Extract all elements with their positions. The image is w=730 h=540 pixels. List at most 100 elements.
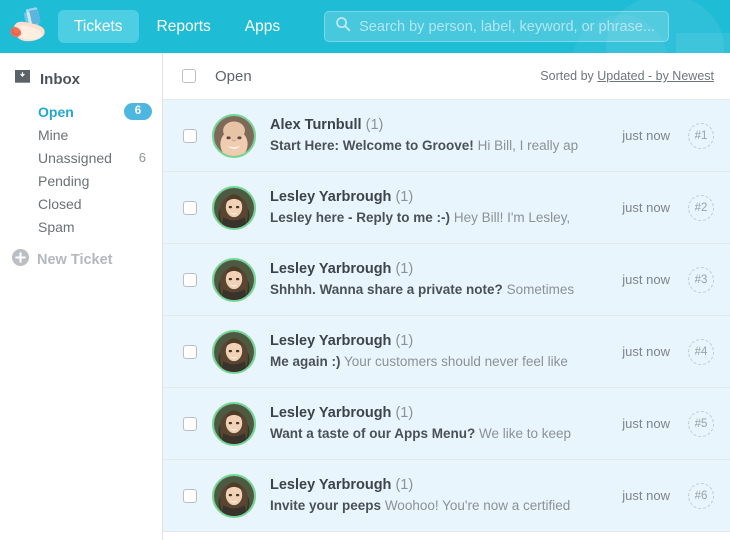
sidebar-item-label: Closed bbox=[38, 195, 82, 212]
sidebar-inbox-header[interactable]: Inbox bbox=[0, 67, 162, 91]
avatar bbox=[212, 473, 256, 518]
subject: Want a taste of our Apps Menu? bbox=[270, 425, 476, 441]
nav-item-tickets[interactable]: Tickets bbox=[58, 9, 139, 44]
sender-name: Lesley Yarbrough bbox=[270, 188, 392, 205]
inbox-icon bbox=[14, 69, 31, 89]
app-header: Tickets Reports Apps bbox=[0, 0, 730, 53]
preview: Your customers should never feel like bbox=[344, 353, 568, 369]
avatar bbox=[212, 257, 256, 302]
main-nav: Tickets Reports Apps bbox=[58, 9, 296, 44]
row-sender-line: Lesley Yarbrough (1) bbox=[270, 333, 413, 349]
row-sender-line: Alex Turnbull (1) bbox=[270, 117, 383, 133]
avatar bbox=[212, 401, 256, 446]
row-meta: just now #5 bbox=[622, 410, 714, 437]
timestamp: just now bbox=[622, 488, 670, 503]
subject: Lesley here - Reply to me :-) bbox=[270, 209, 451, 225]
message-count: (1) bbox=[395, 404, 414, 421]
message-count: (1) bbox=[395, 260, 414, 277]
table-row[interactable]: Lesley Yarbrough (1) Me again :) Your cu… bbox=[163, 316, 730, 388]
nav-item-reports[interactable]: Reports bbox=[141, 10, 227, 43]
sidebar-inbox-label: Inbox bbox=[40, 70, 80, 88]
ticket-number-badge: #6 bbox=[688, 482, 714, 509]
row-subject-line: Invite your peeps Woohoo! You're now a c… bbox=[270, 498, 570, 513]
preview: Hey Bill! I'm Lesley, bbox=[453, 209, 571, 225]
ticket-list-header: Open Sorted by Updated - by Newest bbox=[163, 53, 730, 100]
row-checkbox[interactable] bbox=[183, 272, 197, 287]
ticket-number-badge: #5 bbox=[688, 410, 714, 437]
row-subject-line: Me again :) Your customers should never … bbox=[270, 354, 568, 369]
row-content: Lesley Yarbrough (1) Lesley here - Reply… bbox=[270, 188, 612, 227]
plus-circle-icon bbox=[12, 249, 29, 271]
ticket-number-badge: #2 bbox=[688, 194, 714, 221]
sender-name: Lesley Yarbrough bbox=[270, 476, 392, 493]
avatar bbox=[212, 185, 256, 230]
sort-control: Sorted by Updated - by Newest bbox=[540, 69, 714, 83]
row-sender-line: Lesley Yarbrough (1) bbox=[270, 189, 413, 205]
sort-link[interactable]: Updated - by Newest bbox=[597, 69, 714, 83]
table-row[interactable]: Alex Turnbull (1) Start Here: Welcome to… bbox=[163, 100, 730, 172]
timestamp: just now bbox=[622, 344, 670, 359]
avatar bbox=[212, 113, 256, 158]
row-subject-line: Want a taste of our Apps Menu? We like t… bbox=[270, 426, 571, 441]
sidebar-open-count-badge: 6 bbox=[124, 103, 152, 120]
row-meta: just now #2 bbox=[622, 194, 714, 221]
row-content: Lesley Yarbrough (1) Invite your peeps W… bbox=[270, 476, 612, 515]
search-input[interactable] bbox=[359, 18, 659, 35]
timestamp: just now bbox=[622, 200, 670, 215]
nav-item-apps[interactable]: Apps bbox=[229, 10, 296, 43]
row-checkbox[interactable] bbox=[183, 488, 197, 503]
ticket-number-badge: #1 bbox=[688, 122, 714, 149]
subject: Shhhh. Wanna share a private note? bbox=[270, 281, 503, 297]
table-row[interactable]: Lesley Yarbrough (1) Want a taste of our… bbox=[163, 388, 730, 460]
select-all-checkbox[interactable] bbox=[182, 69, 196, 83]
table-row[interactable]: Lesley Yarbrough (1) Invite your peeps W… bbox=[163, 460, 730, 532]
row-sender-line: Lesley Yarbrough (1) bbox=[270, 261, 413, 277]
row-meta: just now #6 bbox=[622, 482, 714, 509]
row-checkbox[interactable] bbox=[183, 200, 197, 215]
row-sender-line: Lesley Yarbrough (1) bbox=[270, 405, 413, 421]
sidebar-item-open[interactable]: Open 6 bbox=[0, 100, 162, 123]
row-checkbox[interactable] bbox=[183, 416, 197, 431]
row-content: Lesley Yarbrough (1) Me again :) Your cu… bbox=[270, 332, 612, 371]
sidebar-item-label: Mine bbox=[38, 126, 69, 143]
preview: Sometimes bbox=[506, 281, 575, 297]
sidebar-item-pending[interactable]: Pending bbox=[0, 169, 162, 192]
search-box[interactable] bbox=[324, 11, 670, 42]
message-count: (1) bbox=[395, 188, 414, 205]
row-subject-line: Shhhh. Wanna share a private note? Somet… bbox=[270, 282, 574, 297]
search-area bbox=[324, 11, 730, 42]
subject: Start Here: Welcome to Groove! bbox=[270, 137, 474, 153]
row-content: Lesley Yarbrough (1) Want a taste of our… bbox=[270, 404, 612, 443]
sender-name: Lesley Yarbrough bbox=[270, 332, 392, 349]
row-checkbox[interactable] bbox=[183, 128, 197, 143]
search-icon bbox=[335, 16, 351, 37]
preview: Woohoo! You're now a certified bbox=[384, 497, 571, 513]
sender-name: Lesley Yarbrough bbox=[270, 404, 392, 421]
row-checkbox[interactable] bbox=[183, 344, 197, 359]
sender-name: Alex Turnbull bbox=[270, 116, 362, 133]
table-row[interactable]: Lesley Yarbrough (1) Shhhh. Wanna share … bbox=[163, 244, 730, 316]
row-content: Lesley Yarbrough (1) Shhhh. Wanna share … bbox=[270, 260, 612, 299]
sidebar-item-unassigned[interactable]: Unassigned 6 bbox=[0, 146, 162, 169]
sidebar-item-mine[interactable]: Mine bbox=[0, 123, 162, 146]
ticket-number-badge: #3 bbox=[688, 266, 714, 293]
new-ticket-button[interactable]: New Ticket bbox=[0, 248, 162, 272]
preview: We like to keep bbox=[479, 425, 572, 441]
new-ticket-label: New Ticket bbox=[37, 252, 113, 268]
row-content: Alex Turnbull (1) Start Here: Welcome to… bbox=[270, 116, 612, 155]
message-count: (1) bbox=[395, 332, 414, 349]
sender-name: Lesley Yarbrough bbox=[270, 260, 392, 277]
sidebar-item-closed[interactable]: Closed bbox=[0, 192, 162, 215]
ticket-number-badge: #4 bbox=[688, 338, 714, 365]
sorted-by-label: Sorted by bbox=[540, 69, 598, 83]
preview: Hi Bill, I really ap bbox=[477, 137, 579, 153]
ticket-list-panel: Open Sorted by Updated - by Newest Alex … bbox=[163, 53, 730, 540]
subject: Invite your peeps bbox=[270, 497, 382, 513]
row-meta: just now #3 bbox=[622, 266, 714, 293]
timestamp: just now bbox=[622, 416, 670, 431]
groove-logo-icon[interactable] bbox=[6, 6, 52, 48]
message-count: (1) bbox=[365, 116, 384, 133]
sidebar-item-spam[interactable]: Spam bbox=[0, 215, 162, 238]
sidebar-unassigned-count: 6 bbox=[138, 150, 146, 165]
table-row[interactable]: Lesley Yarbrough (1) Lesley here - Reply… bbox=[163, 172, 730, 244]
